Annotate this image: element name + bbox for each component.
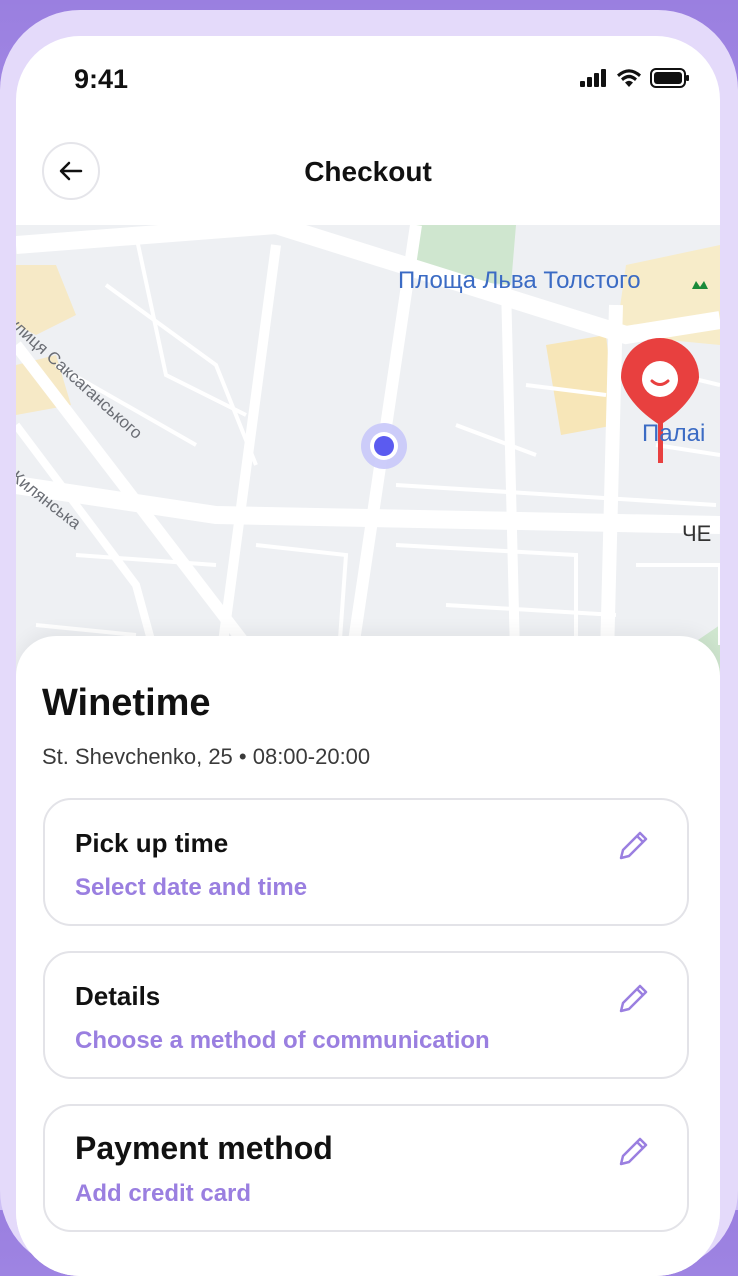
wifi-icon <box>617 69 641 87</box>
header: Checkout <box>16 126 720 226</box>
battery-icon <box>650 68 689 88</box>
map-label-building: Палаі <box>642 420 706 447</box>
phone-frame: 9:41 Checkout Площа Льва Толстого вулиця… <box>0 10 738 1276</box>
store-name: Winetime <box>42 682 211 724</box>
status-time: 9:41 <box>74 64 129 94</box>
card-title: Details <box>75 981 161 1011</box>
page-title: Checkout <box>304 156 432 187</box>
card-subtitle[interactable]: Add credit card <box>75 1180 251 1208</box>
map-streets <box>16 225 720 695</box>
card-title: Payment method <box>75 1130 333 1166</box>
card-subtitle[interactable]: Select date and time <box>75 874 307 902</box>
status-icons <box>580 68 690 88</box>
pencil-icon[interactable] <box>613 826 653 866</box>
screen: 9:41 Checkout Площа Льва Толстого вулиця… <box>16 36 720 1276</box>
store-info: St. Shevchenko, 25 • 08:00-20:00 <box>42 744 371 769</box>
card-subtitle[interactable]: Choose a method of communication <box>75 1027 490 1055</box>
signal-icon <box>580 69 606 87</box>
location-dot-icon <box>361 423 407 469</box>
pickup-time-card[interactable]: Pick up time Select date and time <box>43 798 689 926</box>
payment-method-card[interactable]: Payment method Add credit card <box>43 1104 689 1232</box>
card-title: Pick up time <box>75 828 229 858</box>
status-bar: 9:41 <box>16 36 720 126</box>
pencil-icon[interactable] <box>613 1132 653 1172</box>
map[interactable]: Площа Льва Толстого вулиця Саксаганськог… <box>16 225 720 695</box>
checkout-sheet: Winetime St. Shevchenko, 25 • 08:00-20:0… <box>16 636 720 1276</box>
map-label-district: ЧЕ <box>682 521 712 546</box>
details-card[interactable]: Details Choose a method of communication <box>43 951 689 1079</box>
pencil-icon[interactable] <box>613 979 653 1019</box>
map-label-square: Площа Льва Толстого <box>398 267 641 294</box>
